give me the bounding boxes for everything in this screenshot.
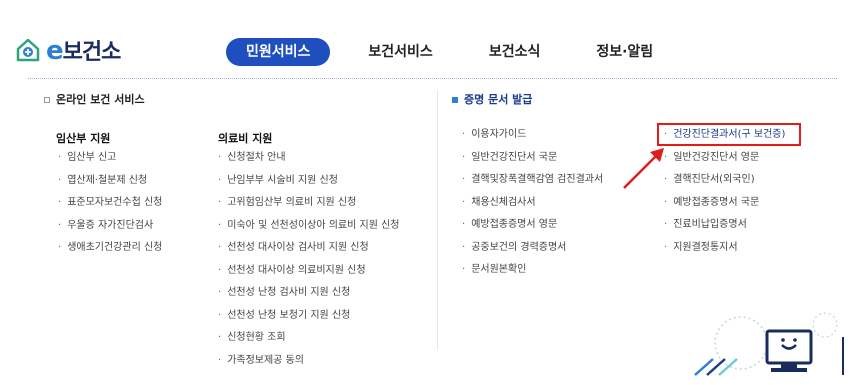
list-item[interactable]: 선천성 난청 보청기 지원 신청 [218,305,399,328]
square-bullet-icon [452,97,458,103]
square-bullet-icon [44,97,50,103]
certificate-list-1: 이용자가이드 일반건강진단서 국문 결핵및장폭결핵감염 검진결과서 채용신체검사… [462,124,603,282]
online-service-title: 온라인 보건 서비스 [44,91,145,107]
medical-support-heading: 의료비 지원 [218,132,273,145]
list-item[interactable]: 선천성 대사이상 의료비지원 신청 [218,260,399,283]
nav-health-news[interactable]: 보건소식 [489,38,541,66]
list-item[interactable]: 이용자가이드 [462,124,603,147]
highlight-box [657,123,801,146]
list-item[interactable]: 임산부 신고 [58,147,162,170]
computer-illustration [694,312,844,376]
list-item[interactable]: 엽산제·철분제 신청 [58,170,162,193]
list-item[interactable]: 예방접종증명서 국문 [664,192,785,215]
list-item[interactable]: 지원결정통지서 [664,237,785,260]
list-item[interactable]: 문서원본확인 [462,259,603,282]
nav-info-notice[interactable]: 정보·알림 [596,38,653,66]
medical-support-list: 신청절차 안내 난임부부 시술비 지원 신청 고위험임산부 의료비 지원 신청 … [218,147,399,372]
list-item[interactable]: 우울증 자가진단검사 [58,215,162,238]
list-item[interactable]: 미숙아 및 선천성이상아 의료비 지원 신청 [218,215,399,238]
certificate-issue-title: 증명 문서 발급 [452,91,532,107]
main-nav: 민원서비스 보건서비스 보건소식 정보·알림 [226,38,709,66]
list-item[interactable]: 진료비납입증명서 [664,214,785,237]
nav-health-service[interactable]: 보건서비스 [368,38,432,66]
pregnant-support-list: 임산부 신고 엽산제·철분제 신청 표준모자보건수첩 신청 우울증 자가진단검사… [58,147,162,260]
list-item[interactable]: 고위험임산부 의료비 지원 신청 [218,192,399,215]
list-item[interactable]: 선천성 대사이상 검사비 지원 신청 [218,237,399,260]
section-divider [437,90,438,350]
nav-civil-service[interactable]: 민원서비스 [226,38,331,66]
list-item[interactable]: 공중보건의 경력증명서 [462,237,603,260]
list-item[interactable]: 신청절차 안내 [218,147,399,170]
home-plus-icon [16,38,40,62]
list-item[interactable]: 신청현황 조회 [218,327,399,350]
list-item[interactable]: 난임부부 시술비 지원 신청 [218,170,399,193]
list-item[interactable]: 예방접종증명서 영문 [462,214,603,237]
list-item[interactable]: 일반건강진단서 영문 [664,147,785,170]
list-item[interactable]: 일반건강진단서 국문 [462,147,603,170]
red-arrow-icon [623,148,664,189]
list-item[interactable]: 생애초기건강관리 신청 [58,237,162,260]
list-item[interactable]: 결핵진단서(외국인) [664,169,785,192]
nav-divider [28,78,837,79]
list-item[interactable]: 표준모자보건수첩 신청 [58,192,162,215]
list-item[interactable]: 결핵및장폭결핵감염 검진결과서 [462,169,603,192]
list-item[interactable]: 채용신체검사서 [462,192,603,215]
pregnant-support-heading: 임산부 지원 [56,132,111,145]
site-logo[interactable]: e보건소 [14,34,121,66]
list-item[interactable]: 선천성 난청 검사비 지원 신청 [218,282,399,305]
logo-text: e보건소 [46,36,121,66]
list-item[interactable]: 가족정보제공 동의 [218,350,399,373]
